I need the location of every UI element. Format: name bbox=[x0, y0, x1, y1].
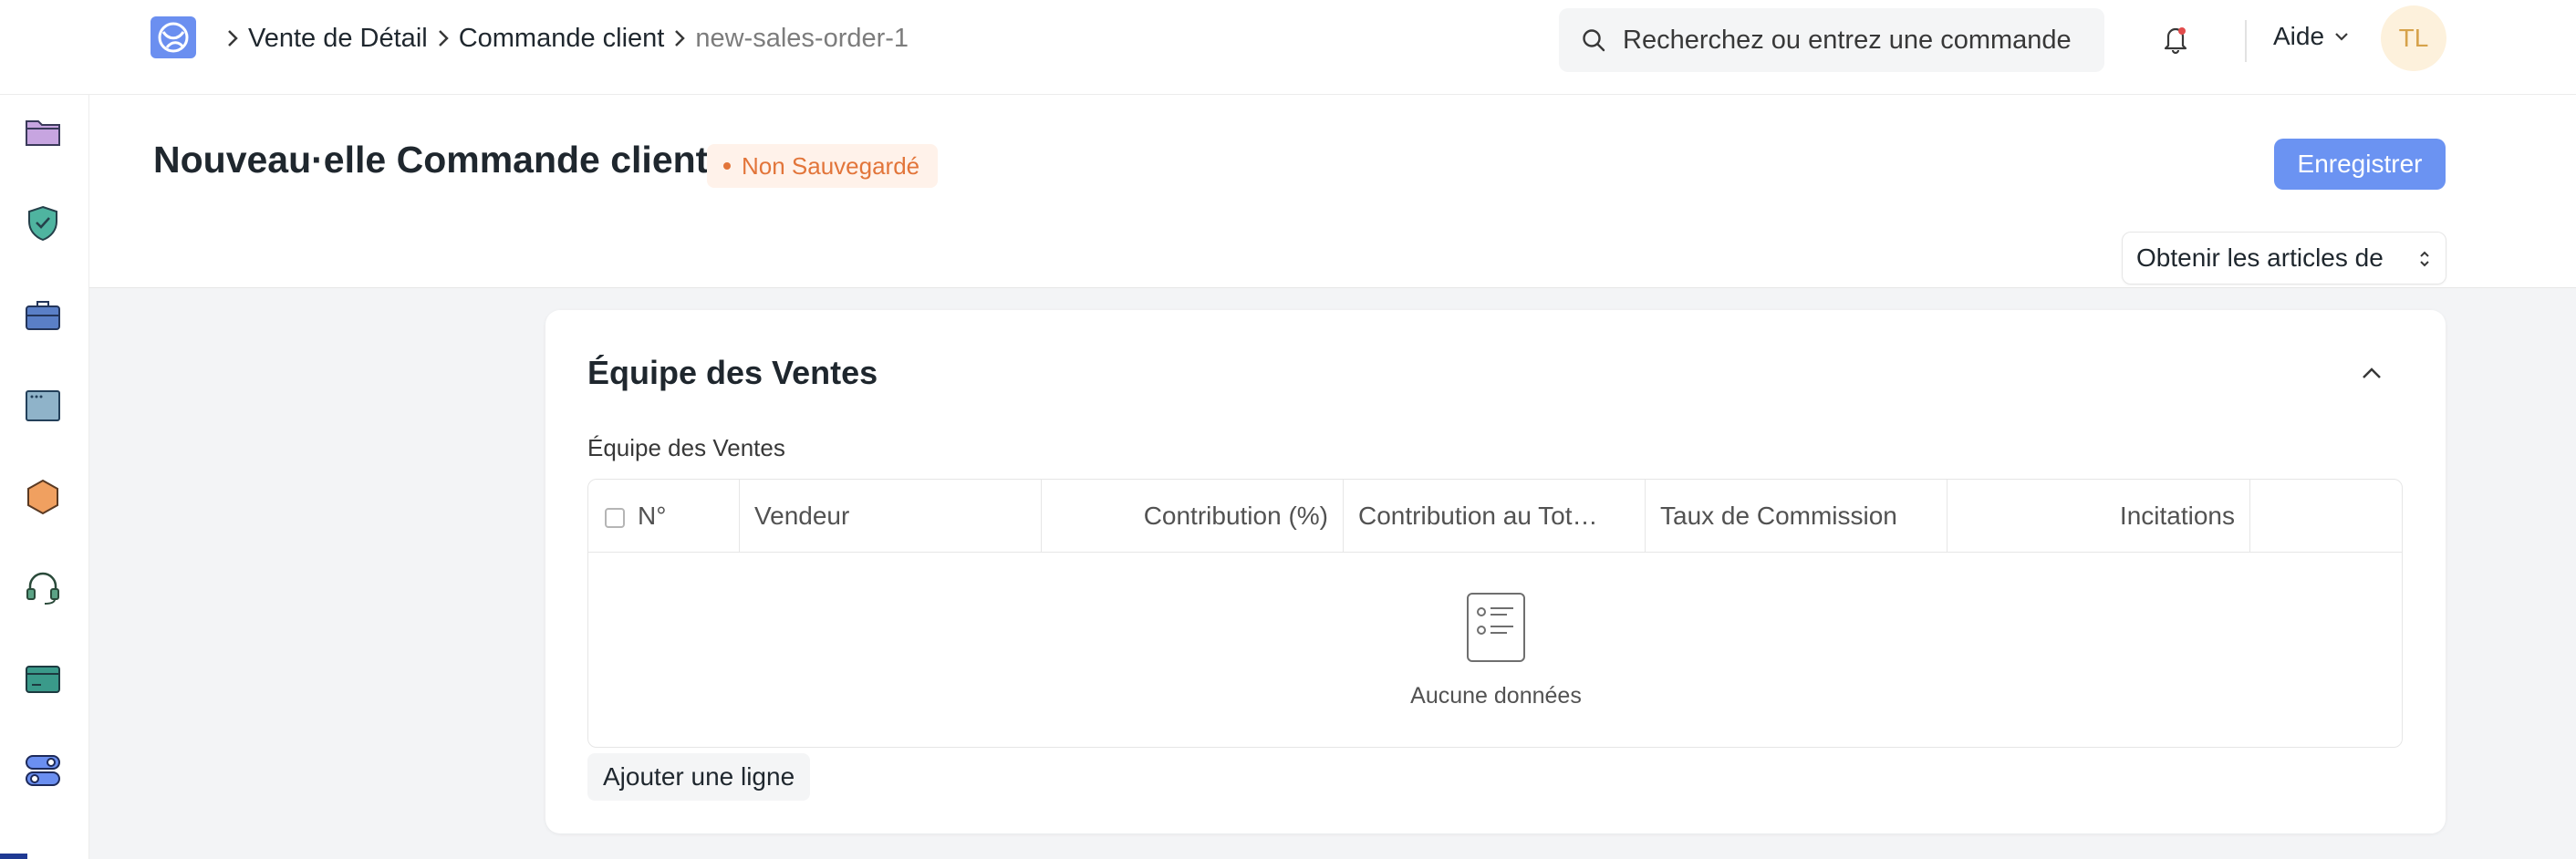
column-header-no: N° bbox=[588, 480, 740, 553]
chevron-right-icon bbox=[226, 28, 239, 48]
column-label: Contribution au Tot… bbox=[1358, 502, 1598, 530]
get-items-label: Obtenir les articles de bbox=[2136, 243, 2384, 272]
column-header-contribution-pct: Contribution (%) bbox=[1042, 480, 1344, 553]
status-badge: Non Sauvegardé bbox=[707, 144, 939, 188]
column-header-actions bbox=[2250, 480, 2402, 553]
breadcrumb-current: new-sales-order-1 bbox=[695, 23, 909, 53]
empty-list-icon bbox=[1467, 593, 1525, 662]
empty-state: Aucune données bbox=[588, 553, 2402, 747]
column-label: Contribution (%) bbox=[1143, 502, 1328, 530]
sidebar-active-indicator bbox=[0, 854, 27, 859]
get-items-from-select[interactable]: Obtenir les articles de bbox=[2122, 232, 2446, 285]
page-title: Nouveau·elle Commande client bbox=[153, 139, 709, 181]
logo-icon bbox=[158, 22, 189, 53]
sidebar bbox=[0, 95, 89, 859]
status-label: Non Sauvegardé bbox=[742, 151, 920, 180]
search-icon bbox=[1583, 29, 1605, 52]
briefcase-icon[interactable] bbox=[24, 295, 62, 334]
page-header: Nouveau·elle Commande client Non Sauvega… bbox=[89, 95, 2576, 288]
chevron-down-icon bbox=[2335, 33, 2348, 41]
help-dropdown[interactable]: Aide bbox=[2273, 22, 2350, 51]
column-label: N° bbox=[638, 502, 667, 530]
status-dot bbox=[723, 162, 731, 170]
navbar-divider bbox=[2245, 20, 2247, 62]
table-header: N° Vendeur Contribution (%) Contribution… bbox=[588, 480, 2402, 553]
hexagon-icon[interactable] bbox=[24, 478, 62, 516]
app-logo[interactable] bbox=[151, 16, 196, 58]
search-bar[interactable] bbox=[1559, 8, 2104, 72]
headset-icon[interactable] bbox=[24, 569, 62, 607]
column-header-commission-rate: Taux de Commission bbox=[1646, 480, 1948, 553]
folder-icon[interactable] bbox=[24, 113, 62, 151]
save-button[interactable]: Enregistrer bbox=[2274, 139, 2446, 190]
sales-team-table: N° Vendeur Contribution (%) Contribution… bbox=[587, 479, 2403, 748]
column-label: Taux de Commission bbox=[1660, 502, 1897, 530]
column-header-contribution-total: Contribution au Tot… bbox=[1344, 480, 1646, 553]
empty-state-text: Aucune données bbox=[1410, 683, 1582, 709]
search-input[interactable] bbox=[1623, 25, 2097, 56]
section-title: Équipe des Ventes bbox=[587, 354, 878, 391]
add-row-button[interactable]: Ajouter une ligne bbox=[587, 753, 811, 801]
chevron-right-icon bbox=[437, 28, 450, 48]
column-label: Incitations bbox=[2119, 502, 2235, 530]
browser-window-icon[interactable] bbox=[24, 387, 62, 425]
help-label: Aide bbox=[2273, 22, 2325, 50]
select-all-checkbox[interactable] bbox=[605, 508, 625, 528]
column-header-incentives: Incitations bbox=[1948, 480, 2250, 553]
breadcrumb-item-retail[interactable]: Vente de Détail bbox=[248, 24, 428, 54]
toggles-icon[interactable] bbox=[24, 751, 62, 790]
user-avatar[interactable]: TL bbox=[2381, 5, 2446, 71]
shield-check-icon[interactable] bbox=[24, 204, 62, 243]
chevron-up-icon[interactable] bbox=[2358, 363, 2385, 385]
chevron-right-icon bbox=[673, 28, 686, 48]
breadcrumb-item-sales-order[interactable]: Commande client bbox=[459, 24, 665, 54]
breadcrumb: Vente de Détail Commande client new-sale… bbox=[217, 20, 909, 57]
column-label: Vendeur bbox=[754, 502, 850, 530]
notification-bell-icon[interactable] bbox=[2162, 24, 2189, 55]
card-icon[interactable] bbox=[24, 660, 62, 699]
top-navbar: Vente de Détail Commande client new-sale… bbox=[0, 0, 2576, 95]
sales-team-section: Équipe des Ventes Équipe des Ventes N° V… bbox=[545, 310, 2446, 833]
chevron-up-down-icon bbox=[2420, 251, 2429, 267]
column-header-salesperson: Vendeur bbox=[740, 480, 1042, 553]
field-label: Équipe des Ventes bbox=[587, 434, 785, 461]
